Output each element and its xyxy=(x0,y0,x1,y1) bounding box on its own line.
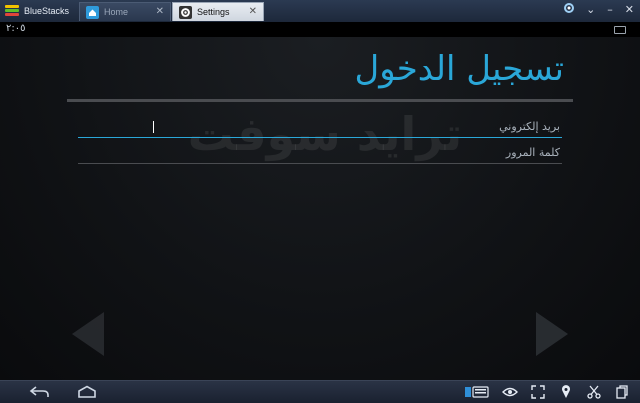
eye-icon[interactable] xyxy=(502,383,518,401)
next-arrow-icon[interactable] xyxy=(536,312,568,356)
back-button[interactable] xyxy=(26,383,52,401)
toolbar xyxy=(464,383,630,401)
password-field[interactable] xyxy=(78,141,562,164)
home-button[interactable] xyxy=(74,383,100,401)
email-input[interactable] xyxy=(78,115,562,138)
bluestacks-window: BlueStacks Home ✕ Settings ✕ ⌄ – ✕ ٢:٠٥ xyxy=(0,0,640,403)
tab-settings-close-icon[interactable]: ✕ xyxy=(249,6,257,17)
tab-home-close-icon[interactable]: ✕ xyxy=(156,6,164,17)
page-title: تسجيل الدخول xyxy=(354,49,565,89)
password-input[interactable] xyxy=(78,141,562,164)
previous-arrow-icon[interactable] xyxy=(72,312,104,356)
keyboard-icon[interactable] xyxy=(464,383,490,401)
bluestacks-logo-icon xyxy=(4,4,20,18)
text-cursor xyxy=(153,121,154,133)
location-icon[interactable] xyxy=(558,383,574,401)
notification-icon[interactable] xyxy=(564,3,575,17)
tab-settings-label: Settings xyxy=(197,7,230,17)
minimize-icon[interactable]: – xyxy=(607,3,613,17)
fullscreen-icon[interactable] xyxy=(530,383,546,401)
email-field[interactable] xyxy=(78,115,562,138)
copy-icon[interactable] xyxy=(614,383,630,401)
android-status-bar: ٢:٠٥ xyxy=(0,22,640,37)
keyboard-indicator-icon xyxy=(614,26,626,34)
title-divider xyxy=(67,99,573,102)
home-icon xyxy=(86,5,99,19)
tab-home-label: Home xyxy=(104,7,129,17)
home-nav-icon xyxy=(78,385,96,398)
tab-home[interactable]: Home ✕ xyxy=(79,2,171,21)
back-icon xyxy=(29,386,49,397)
clock: ٢:٠٥ xyxy=(6,23,26,34)
brand-name: BlueStacks xyxy=(24,6,70,16)
close-icon[interactable]: ✕ xyxy=(625,3,634,17)
scissors-icon[interactable] xyxy=(586,383,602,401)
login-screen: تسجيل الدخول ترايد سوفت xyxy=(0,37,640,380)
brand: BlueStacks xyxy=(4,3,69,19)
gear-icon xyxy=(179,5,192,19)
title-bar: BlueStacks Home ✕ Settings ✕ ⌄ – ✕ xyxy=(0,0,640,23)
android-nav-bar xyxy=(0,380,640,403)
window-controls: ⌄ – ✕ xyxy=(564,3,634,17)
chevron-down-icon[interactable]: ⌄ xyxy=(586,3,595,17)
tab-settings[interactable]: Settings ✕ xyxy=(172,2,264,21)
